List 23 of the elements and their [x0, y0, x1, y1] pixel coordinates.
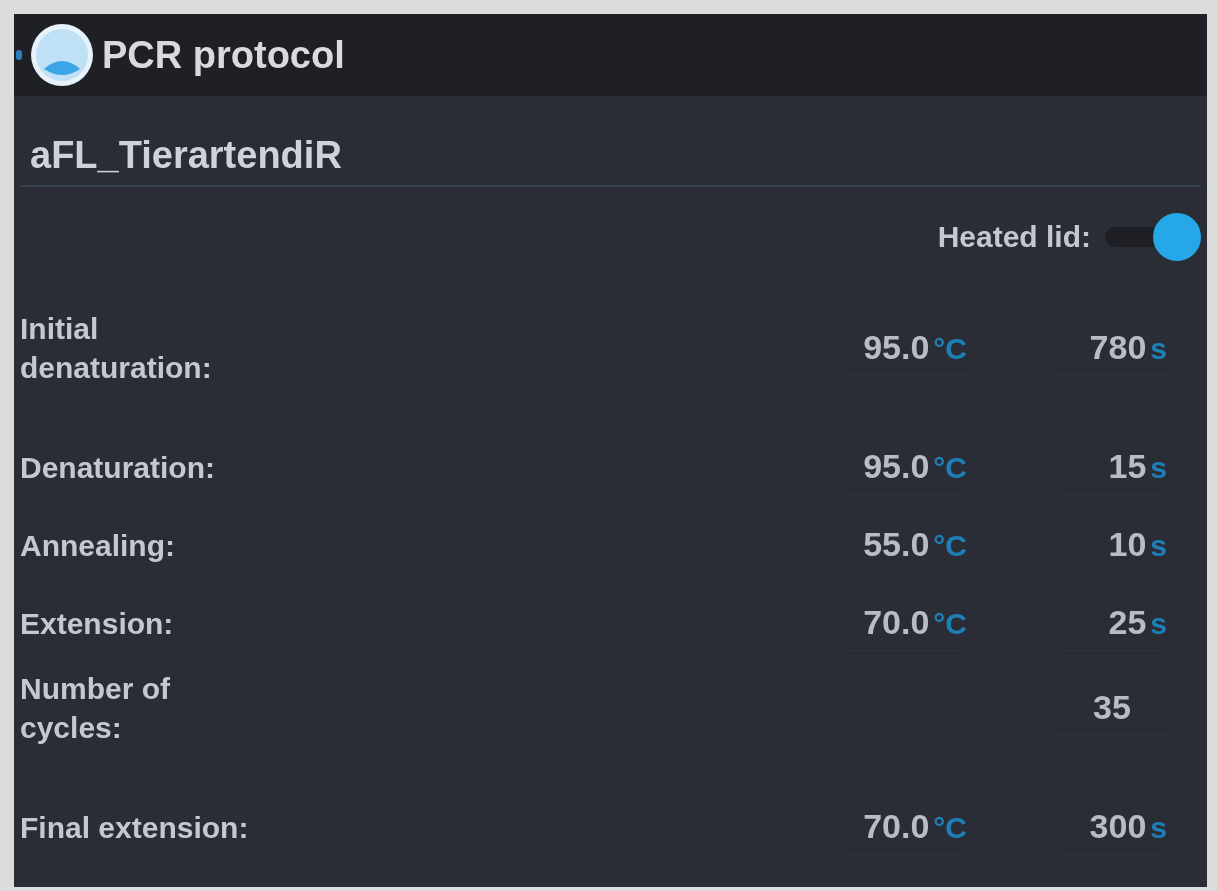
temperature-field[interactable]: 95.0°C: [847, 320, 967, 376]
app-logo-icon: [30, 23, 94, 87]
temperature-field[interactable]: 70.0°C: [847, 595, 967, 651]
back-indicator-icon[interactable]: [16, 50, 22, 60]
window-title: PCR protocol: [102, 33, 345, 77]
time-field[interactable]: 10s: [1057, 517, 1167, 573]
temperature-field[interactable]: 70.0°C: [847, 799, 967, 855]
time-field[interactable]: 25s: [1057, 595, 1167, 651]
step-label: Denaturation:: [20, 449, 216, 486]
temperature-field[interactable]: 95.0°C: [847, 439, 967, 495]
step-label: Extension:: [20, 605, 175, 642]
heated-lid-toggle[interactable]: [1105, 213, 1201, 261]
cycles-field[interactable]: 35: [1057, 680, 1167, 736]
step-label: Final extension:: [20, 809, 250, 846]
step-label: Initial denaturation:: [20, 311, 213, 386]
protocol-name-field[interactable]: aFL_TierartendiR: [20, 96, 1201, 187]
temperature-field[interactable]: 55.0°C: [847, 517, 967, 573]
time-field[interactable]: 300s: [1057, 799, 1167, 855]
step-label: Number of cycles:: [20, 671, 171, 746]
time-field[interactable]: 780s: [1057, 320, 1167, 376]
time-field[interactable]: 15s: [1057, 439, 1167, 495]
step-label: Annealing:: [20, 527, 176, 564]
heated-lid-label: Heated lid:: [937, 220, 1091, 254]
